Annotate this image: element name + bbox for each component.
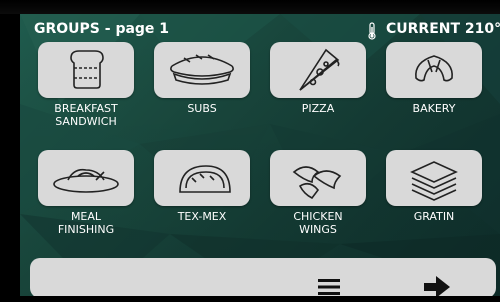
group-label-tex-mex: TEX-MEX <box>177 210 227 223</box>
group-tile-tex-mex[interactable] <box>154 150 250 206</box>
thermometer-icon <box>368 22 376 40</box>
group-label-meal-finishing: MEAL FINISHING <box>57 210 115 236</box>
group-label-chicken-wings: CHICKEN WINGS <box>293 210 343 236</box>
croissant-icon <box>415 55 453 82</box>
current-temperature: CURRENT 210°C <box>386 21 500 37</box>
pizza-slice-icon <box>299 48 340 91</box>
group-tile-bakery[interactable] <box>386 42 482 98</box>
group-tile-subs[interactable] <box>154 42 250 98</box>
group-tile-pizza[interactable] <box>270 42 366 98</box>
sub-sandwich-icon <box>170 54 234 85</box>
group-tile-meal-finishing[interactable] <box>38 150 134 206</box>
chicken-wings-icon <box>292 166 342 200</box>
oven-display-frame: GROUPS - page 1 CURRENT 210°C BREAKFAST … <box>0 0 500 302</box>
bezel-bottom <box>0 296 500 302</box>
group-label-pizza: PIZZA <box>301 102 335 115</box>
taco-icon <box>179 165 231 193</box>
bezel-left <box>0 0 20 302</box>
group-label-gratin: GRATIN <box>413 210 455 223</box>
hamburger-menu-icon[interactable] <box>318 278 340 296</box>
page-title: GROUPS - page 1 <box>34 21 170 37</box>
group-label-subs: SUBS <box>187 102 217 115</box>
group-tile-breakfast-sandwich[interactable] <box>38 42 134 98</box>
group-label-breakfast-sandwich: BREAKFAST SANDWICH <box>54 102 118 128</box>
group-label-bakery: BAKERY <box>412 102 456 115</box>
group-tile-gratin[interactable] <box>386 150 482 206</box>
right-arrow-icon[interactable] <box>424 276 450 296</box>
meal-plate-icon <box>53 168 119 193</box>
group-tile-chicken-wings[interactable] <box>270 150 366 206</box>
lasagna-layers-icon <box>410 161 458 201</box>
sandwich-icon <box>70 50 104 89</box>
bezel-top <box>0 0 500 14</box>
touchscreen: GROUPS - page 1 CURRENT 210°C BREAKFAST … <box>20 14 500 296</box>
